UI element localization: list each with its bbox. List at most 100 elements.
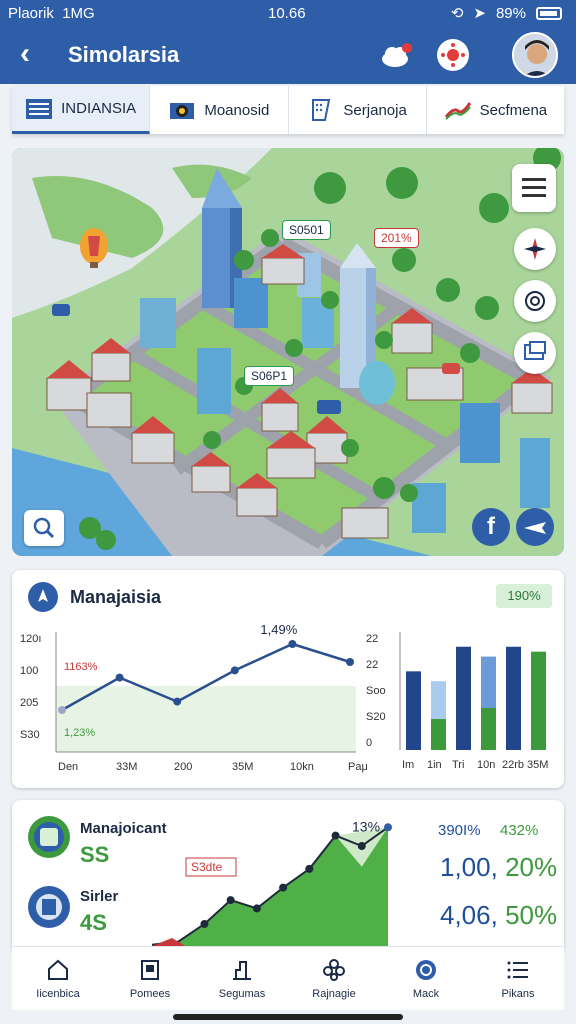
tab-secfmena[interactable]: Secfmena — [427, 86, 564, 134]
bar — [456, 646, 471, 750]
nav-mack[interactable]: Mack — [380, 947, 472, 1010]
y-tick-label: 0 — [366, 737, 372, 749]
tab-label: Moanosid — [204, 101, 270, 119]
bar-chart: 22 22 Soo S20 0 Im 1in Tri 10n 22rb 35M — [366, 632, 548, 771]
data-point — [305, 864, 314, 873]
annotation-green: 1,23% — [64, 727, 95, 739]
bar-segment — [481, 707, 496, 750]
city-map[interactable]: S0501 201% S06P1 f — [12, 148, 564, 556]
app-bar: ‹ Simolarsia — [0, 28, 576, 84]
cloud-notification-icon[interactable] — [380, 42, 414, 70]
bar — [531, 651, 546, 750]
annotation-peak: 1,49% — [260, 622, 297, 637]
stat-value-2: 4S — [80, 910, 107, 935]
battery-text: 89% — [495, 4, 526, 22]
x-tick-label: Den — [58, 761, 78, 773]
document-icon — [141, 959, 159, 980]
data-point — [226, 896, 235, 905]
nav-pikans[interactable]: Pikans — [472, 947, 564, 1010]
bar — [506, 646, 521, 750]
y-tick-label: S30 — [20, 729, 40, 741]
nav-rajnagie[interactable]: Rajnagie — [288, 947, 380, 1010]
x-tick-label: 1in — [427, 759, 442, 771]
location-icon: ➤ — [473, 5, 486, 22]
nav-home[interactable]: Iicenbica — [12, 947, 104, 1010]
x-tick-label: 22rb — [502, 759, 524, 771]
y-tick-label: S20 — [366, 711, 386, 723]
stat-label-2: Sirler — [80, 888, 119, 905]
search-icon[interactable] — [24, 510, 64, 546]
data-point — [288, 640, 297, 648]
x-tick-label: 10kn — [290, 761, 314, 773]
nav-segumas[interactable]: Segumas — [196, 947, 288, 1010]
status-badge: 190% — [496, 584, 552, 608]
x-tick-label: 35M — [232, 761, 253, 773]
map-label-s06p1[interactable]: S06P1 — [244, 366, 295, 386]
stat-label-1: Manajoicant — [80, 820, 167, 837]
map-label-201[interactable]: 201% — [374, 228, 419, 248]
sync-icon: ⟲ — [450, 5, 464, 22]
tab-bar: INDIANSIA Moanosid Serjanoja Secfmena — [12, 86, 564, 134]
pin-icon — [28, 582, 58, 612]
chart-card: Manajaisia 190% 120ı 100 205 S30 Den 33M 200 35… — [12, 570, 564, 788]
y-tick-label: 22 — [366, 659, 378, 671]
plane-icon[interactable] — [516, 508, 554, 546]
nav-label: Pikans — [501, 987, 535, 1000]
map-label-s0501[interactable]: S0501 — [282, 220, 331, 240]
tab-indiansia[interactable]: INDIANSIA — [12, 86, 151, 134]
status-right: ⟲ ➤ 89% — [451, 4, 562, 22]
stats-card: 13% S3dte Manajoicant SS Sirler 4S 390I% … — [12, 800, 564, 950]
tab-serjanoja[interactable]: Serjanoja — [289, 86, 427, 134]
data-point — [200, 920, 209, 928]
stat-big-1: 1,00, 20% — [440, 852, 558, 882]
home-icon — [48, 959, 68, 980]
x-tick-label: 200 — [174, 761, 192, 773]
flower-icon — [323, 958, 345, 981]
data-point — [230, 666, 239, 675]
nav-label: Rajnagie — [312, 987, 356, 1000]
y-tick-label: 120ı — [20, 633, 41, 645]
x-tick-label: Im — [402, 759, 414, 771]
nav-label: Iicenbica — [36, 987, 80, 1000]
x-tick-label: 35M — [527, 759, 548, 771]
building-icon — [233, 960, 251, 980]
grid-doc-icon — [312, 99, 331, 121]
nav-pomees[interactable]: Pomees — [104, 947, 196, 1010]
tab-label: INDIANSIA — [61, 100, 137, 117]
home-indicator[interactable] — [173, 1014, 403, 1020]
stat-pct-2: 432% — [500, 822, 539, 839]
compass-icon[interactable] — [514, 228, 556, 270]
data-point — [115, 673, 124, 682]
avatar[interactable] — [512, 32, 558, 78]
trend-icon — [444, 102, 471, 120]
bar-segment — [431, 719, 446, 750]
stat-big-2: 4,06, 50% — [440, 900, 558, 930]
annotation-red: 1163% — [64, 661, 98, 673]
battery-icon — [536, 6, 562, 20]
nav-label: Pomees — [129, 987, 171, 1000]
page-title: Simolarsia — [68, 42, 180, 67]
tab-moanosid[interactable]: Moanosid — [150, 86, 289, 134]
stat-value-1: SS — [80, 842, 110, 867]
data-point — [279, 883, 288, 892]
alert-icon[interactable] — [437, 39, 469, 71]
facebook-icon[interactable]: f — [472, 508, 510, 546]
x-tick-label: Tri — [452, 759, 464, 771]
stat-pct-1: 390I% — [438, 822, 481, 839]
map-menu-icon[interactable] — [512, 164, 556, 212]
menu-icon — [507, 961, 528, 978]
annotation-peak: 13% — [352, 818, 380, 834]
camera-icon — [170, 103, 195, 119]
card-title: Manajaisia — [70, 587, 162, 607]
chat-icon[interactable] — [514, 332, 556, 374]
list-icon — [26, 98, 53, 119]
layers-icon[interactable] — [514, 280, 556, 322]
back-arrow-icon[interactable]: ‹ — [20, 39, 50, 70]
status-time: 10.66 — [268, 5, 306, 22]
y-tick-label: 22 — [366, 633, 378, 645]
map-illustration — [12, 148, 564, 556]
annotation-box-label: S3dte — [191, 860, 223, 874]
x-tick-label: 10n — [477, 759, 495, 771]
data-point — [58, 706, 66, 714]
y-tick-label: 100 — [20, 665, 38, 677]
